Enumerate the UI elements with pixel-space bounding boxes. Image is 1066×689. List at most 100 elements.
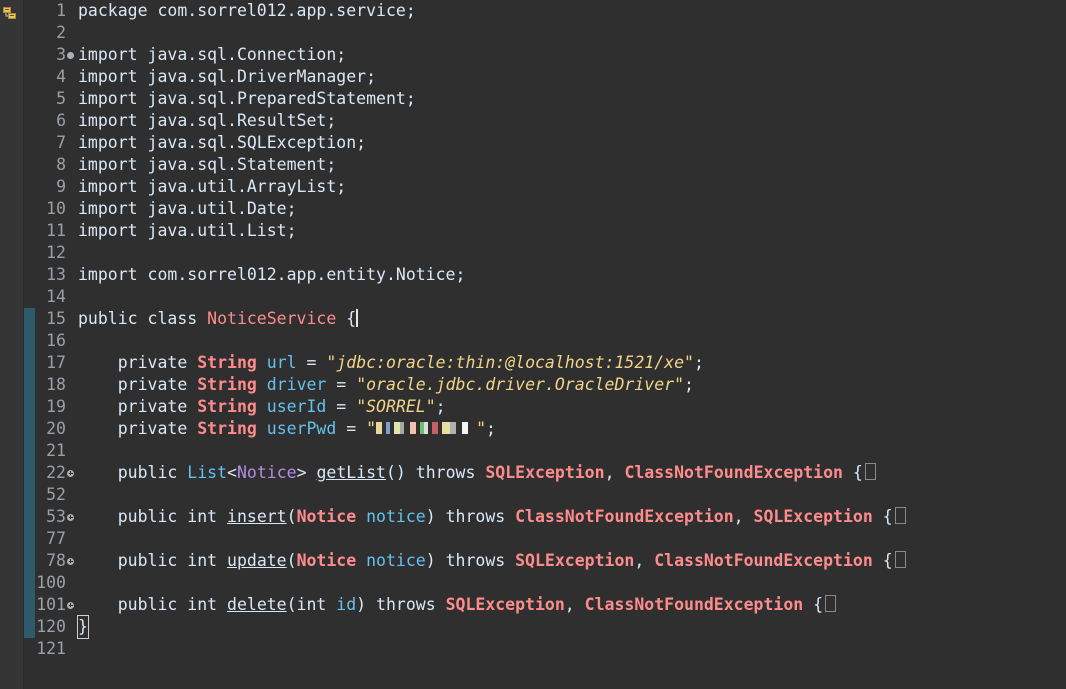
code-token: import java.sql.SQLException; bbox=[78, 133, 367, 152]
code-token: public bbox=[78, 463, 188, 482]
line-number: 2 bbox=[56, 23, 66, 42]
matching-brace: } bbox=[77, 615, 89, 639]
line-number: 5 bbox=[56, 89, 66, 108]
line-number: 19 bbox=[46, 397, 66, 416]
code-token: url bbox=[266, 353, 297, 372]
collapsed-block-icon[interactable] bbox=[894, 507, 906, 524]
fold-expand-icon[interactable] bbox=[66, 550, 75, 572]
line-number: 9 bbox=[56, 177, 66, 196]
line-number: 10 bbox=[46, 199, 66, 218]
code-token: NoticeService bbox=[207, 309, 337, 328]
code-line[interactable]: public class NoticeService { bbox=[78, 308, 358, 330]
code-token: { bbox=[842, 463, 863, 482]
line-number: 101 bbox=[36, 595, 66, 614]
line-number: 11 bbox=[46, 221, 66, 240]
collapsed-block-icon[interactable] bbox=[864, 463, 876, 480]
code-token: String bbox=[197, 397, 257, 416]
code-token: getList bbox=[316, 463, 386, 482]
code-line[interactable]: import java.sql.SQLException; bbox=[78, 132, 366, 154]
code-line[interactable]: import java.sql.ResultSet; bbox=[78, 110, 336, 132]
code-token: public class bbox=[78, 309, 208, 328]
overview-ruler bbox=[0, 0, 24, 689]
code-line[interactable]: import java.sql.Connection; bbox=[78, 44, 346, 66]
fold-expand-icon[interactable] bbox=[66, 594, 75, 616]
collapsed-block-icon[interactable] bbox=[894, 551, 906, 568]
line-number: 6 bbox=[56, 111, 66, 130]
collapsed-block-icon[interactable] bbox=[825, 595, 837, 612]
code-line[interactable]: public int delete(int id) throws SQLExce… bbox=[78, 594, 837, 616]
code-line[interactable]: public int insert(Notice notice) throws … bbox=[78, 506, 906, 528]
code-token: delete bbox=[227, 595, 287, 614]
code-line[interactable]: public List<Notice> getList() throws SQL… bbox=[78, 462, 876, 484]
code-token: String bbox=[197, 353, 257, 372]
line-number: 14 bbox=[46, 287, 66, 306]
code-token: driver bbox=[266, 375, 327, 394]
code-token: List bbox=[187, 463, 228, 482]
code-line[interactable]: private String userPwd = " "; bbox=[78, 418, 496, 440]
code-token: ; bbox=[435, 397, 446, 416]
code-token: , bbox=[604, 463, 625, 482]
code-line[interactable]: import java.util.ArrayList; bbox=[78, 176, 346, 198]
code-token: { bbox=[336, 309, 357, 328]
line-number: 53 bbox=[46, 507, 66, 526]
file-structure-icon[interactable] bbox=[3, 5, 17, 19]
code-token: import com.sorrel012.app.entity.Notice; bbox=[78, 265, 466, 284]
code-line[interactable]: import com.sorrel012.app.entity.Notice; bbox=[78, 264, 465, 286]
code-token: import java.util.List; bbox=[78, 221, 297, 240]
line-number: 15 bbox=[46, 309, 66, 328]
code-token: import java.sql.ResultSet; bbox=[78, 111, 337, 130]
code-token: Notice bbox=[296, 507, 357, 526]
code-token: notice bbox=[366, 507, 426, 526]
code-token: { bbox=[803, 595, 824, 614]
code-line[interactable]: import java.sql.Statement; bbox=[78, 154, 336, 176]
code-line[interactable]: private String url = "jdbc:oracle:thin:@… bbox=[78, 352, 704, 374]
code-token: = bbox=[336, 419, 367, 438]
code-token: ClassNotFoundException bbox=[654, 551, 873, 570]
code-line[interactable]: import java.sql.PreparedStatement; bbox=[78, 88, 416, 110]
code-token: ( bbox=[286, 507, 297, 526]
code-line[interactable]: public int update(Notice notice) throws … bbox=[78, 550, 906, 572]
line-number: 13 bbox=[46, 265, 66, 284]
code-line[interactable]: } bbox=[77, 615, 89, 639]
code-token: String bbox=[197, 419, 257, 438]
fold-expand-icon[interactable] bbox=[66, 462, 75, 484]
code-token: "SORREL" bbox=[356, 397, 436, 416]
code-token: insert bbox=[227, 507, 287, 526]
line-number: 3 bbox=[56, 45, 66, 64]
code-token: public int bbox=[78, 507, 228, 526]
code-token: ) throws bbox=[425, 507, 516, 526]
code-line[interactable]: import java.util.List; bbox=[78, 220, 297, 242]
code-token: ) throws bbox=[356, 595, 446, 614]
line-number: 17 bbox=[46, 353, 66, 372]
code-token: ; bbox=[693, 353, 704, 372]
code-token: " bbox=[366, 419, 377, 438]
code-token: "jdbc:oracle:thin:@localhost:1521/xe" bbox=[326, 353, 694, 372]
code-token: ClassNotFoundException bbox=[515, 507, 734, 526]
code-token: update bbox=[227, 551, 287, 570]
line-number: 77 bbox=[46, 529, 66, 548]
line-number: 22 bbox=[46, 463, 66, 482]
code-token: import java.util.ArrayList; bbox=[78, 177, 347, 196]
code-token: userPwd bbox=[266, 419, 337, 438]
line-number: 1 bbox=[56, 1, 66, 20]
code-line[interactable]: import java.util.Date; bbox=[78, 198, 297, 220]
code-token: userId bbox=[266, 397, 327, 416]
fold-collapse-icon[interactable] bbox=[66, 44, 75, 66]
code-token: = bbox=[326, 375, 357, 394]
code-token: import java.util.Date; bbox=[78, 199, 297, 218]
code-editor[interactable]: 1 package com.sorrel012.app.service; 2 3 imp… bbox=[0, 0, 1066, 689]
line-number: 20 bbox=[46, 419, 66, 438]
code-token: import java.sql.DriverManager; bbox=[78, 67, 377, 86]
code-line[interactable]: package com.sorrel012.app.service; bbox=[78, 0, 416, 22]
code-token: notice bbox=[366, 551, 426, 570]
fold-expand-icon[interactable] bbox=[66, 506, 75, 528]
code-token: private bbox=[78, 353, 198, 372]
code-line[interactable]: private String userId = "SORREL"; bbox=[78, 396, 446, 418]
code-line[interactable]: import java.sql.DriverManager; bbox=[78, 66, 376, 88]
code-token: ( bbox=[286, 551, 297, 570]
line-number: 7 bbox=[56, 133, 66, 152]
code-line[interactable]: private String driver = "oracle.jdbc.dri… bbox=[78, 374, 694, 396]
